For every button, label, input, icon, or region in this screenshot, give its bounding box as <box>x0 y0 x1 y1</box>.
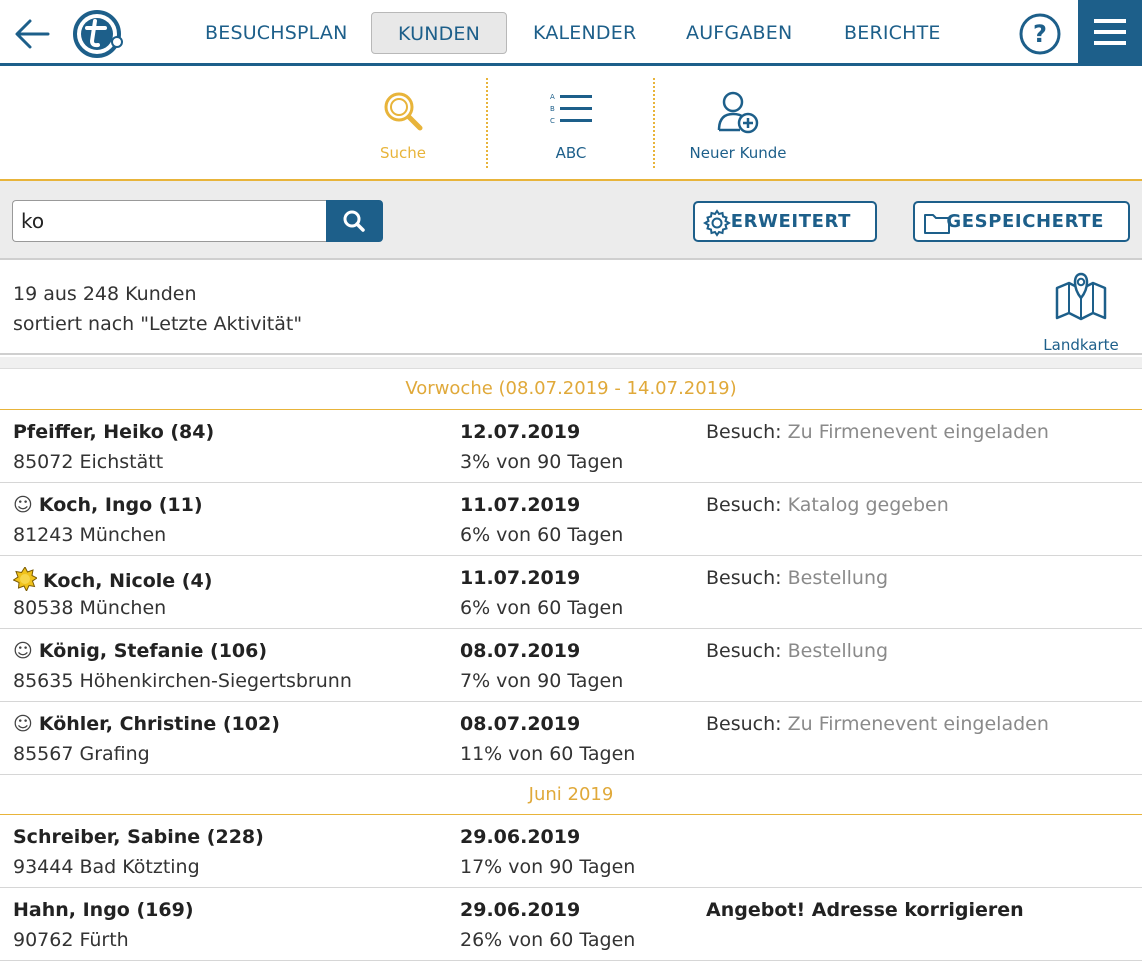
customer-name: ☺ Köhler, Christine (102) <box>13 713 280 735</box>
svg-text:?: ? <box>1033 20 1047 48</box>
advanced-search-label: ERWEITERT <box>730 211 851 232</box>
customer-row[interactable]: Schreiber, Sabine (228) 93444 Bad Kötzti… <box>0 815 1142 888</box>
last-activity-date: 12.07.2019 <box>460 421 581 443</box>
last-activity: Angebot! Adresse korrigieren <box>706 899 1024 921</box>
last-activity-date: 08.07.2019 <box>460 713 581 735</box>
tool-divider <box>653 78 655 168</box>
group-header: Juni 2019 <box>0 775 1142 815</box>
svg-text:A: A <box>550 93 555 101</box>
tool-abc[interactable]: A B C ABC <box>516 66 626 181</box>
map-label: Landkarte <box>1043 336 1119 354</box>
customer-city: 81243 München <box>13 524 167 546</box>
map-button[interactable]: Landkarte <box>1036 270 1126 354</box>
nav-kunden[interactable]: KUNDEN <box>371 12 507 54</box>
customer-city: 85567 Grafing <box>13 743 150 765</box>
visit-interval-ratio: 11% von 60 Tagen <box>460 743 636 765</box>
search-icon <box>343 210 365 232</box>
search-button[interactable] <box>326 200 383 242</box>
customer-row[interactable]: ☺ Köhler, Christine (102) 85567 Grafing 0… <box>0 702 1142 775</box>
customer-row[interactable]: Hahn, Ingo (169) 90762 Fürth 29.06.2019 … <box>0 888 1142 961</box>
tool-abc-label: ABC <box>555 144 587 162</box>
back-arrow-icon[interactable] <box>12 14 52 54</box>
sun-icon <box>12 565 38 596</box>
last-activity: Besuch: Katalog gegeben <box>706 494 949 516</box>
customer-name: ☺ Koch, Ingo (11) <box>13 494 203 516</box>
customer-row[interactable]: ☺ Koch, Ingo (11) 81243 München 11.07.201… <box>0 483 1142 556</box>
nav-aufgaben[interactable]: AUFGABEN <box>686 12 792 54</box>
group-header: Vorwoche (08.07.2019 - 14.07.2019) <box>0 369 1142 410</box>
gear-icon <box>702 209 732 250</box>
customer-name: Hahn, Ingo (169) <box>13 899 194 921</box>
customer-city: 85072 Eichstätt <box>13 451 164 473</box>
tool-new-customer-label: Neuer Kunde <box>689 144 787 162</box>
last-activity-date: 29.06.2019 <box>460 826 581 848</box>
last-activity-date: 11.07.2019 <box>460 567 581 589</box>
tool-new-customer[interactable]: Neuer Kunde <box>678 66 798 181</box>
advanced-search-button[interactable]: ERWEITERT <box>693 201 877 242</box>
top-navigation-bar: BESUCHSPLAN KUNDEN KALENDER AUFGABEN BER… <box>0 0 1142 66</box>
customer-row[interactable]: Pfeiffer, Heiko (84) 85072 Eichstätt 12.… <box>0 410 1142 483</box>
result-count: 19 aus 248 Kunden <box>13 283 197 305</box>
customer-name: Pfeiffer, Heiko (84) <box>13 421 215 443</box>
tool-divider <box>486 78 488 168</box>
customer-row[interactable]: Koch, Nicole (4) 80538 München 11.07.201… <box>0 556 1142 629</box>
last-activity-date: 11.07.2019 <box>460 494 581 516</box>
last-activity: Besuch: Bestellung <box>706 640 889 662</box>
nav-berichte[interactable]: BERICHTE <box>844 12 941 54</box>
smiley-icon: ☺ <box>13 640 33 662</box>
last-activity-date: 29.06.2019 <box>460 899 581 921</box>
visit-interval-ratio: 17% von 90 Tagen <box>460 856 636 878</box>
visit-interval-ratio: 6% von 60 Tagen <box>460 524 624 546</box>
customer-city: 93444 Bad Kötzting <box>13 856 200 878</box>
customer-city: 90762 Fürth <box>13 929 129 951</box>
last-activity: Besuch: Zu Firmenevent eingeladen <box>706 421 1049 443</box>
app-logo-icon <box>72 9 124 59</box>
help-icon[interactable]: ? <box>1019 13 1061 55</box>
svg-text:B: B <box>550 105 555 113</box>
last-activity-date: 08.07.2019 <box>460 640 581 662</box>
visit-interval-ratio: 6% von 60 Tagen <box>460 597 624 619</box>
list-spacer <box>0 357 1142 369</box>
magnifier-icon <box>382 90 424 136</box>
customer-name: Koch, Nicole (4) <box>12 565 212 596</box>
customer-name: ☺ König, Stefanie (106) <box>13 640 268 662</box>
search-bar: ko ERWEITERT GESPEICHERTE <box>0 181 1142 260</box>
customer-tools-bar: Suche A B C ABC Neuer Kunde <box>0 66 1142 181</box>
alphabetical-list-icon: A B C <box>548 90 594 134</box>
map-icon <box>1055 272 1107 321</box>
svg-text:C: C <box>550 117 555 125</box>
customer-row[interactable]: ☺ König, Stefanie (106) 85635 Höhenkirche… <box>0 629 1142 702</box>
last-activity: Besuch: Bestellung <box>706 567 889 589</box>
customer-city: 85635 Höhenkirchen-Siegertsbrunn <box>13 670 352 692</box>
tool-search-label: Suche <box>379 144 426 162</box>
nav-besuchsplan[interactable]: BESUCHSPLAN <box>205 12 348 54</box>
smiley-icon: ☺ <box>13 494 33 516</box>
customer-name: Schreiber, Sabine (228) <box>13 826 264 848</box>
last-activity: Besuch: Zu Firmenevent eingeladen <box>706 713 1049 735</box>
saved-searches-button[interactable]: GESPEICHERTE <box>913 201 1130 242</box>
visit-interval-ratio: 7% von 90 Tagen <box>460 670 624 692</box>
add-user-icon <box>716 90 760 138</box>
visit-interval-ratio: 3% von 90 Tagen <box>460 451 624 473</box>
result-summary: 19 aus 248 Kunden sortiert nach "Letzte … <box>0 260 1142 355</box>
tool-search[interactable]: Suche <box>348 66 458 181</box>
sort-info: sortiert nach "Letzte Aktivität" <box>13 313 303 335</box>
hamburger-menu-icon[interactable] <box>1078 0 1142 64</box>
search-input[interactable]: ko <box>12 200 328 242</box>
smiley-icon: ☺ <box>13 713 33 735</box>
nav-kalender[interactable]: KALENDER <box>533 12 636 54</box>
saved-searches-label: GESPEICHERTE <box>946 211 1104 232</box>
visit-interval-ratio: 26% von 60 Tagen <box>460 929 636 951</box>
customer-city: 80538 München <box>13 597 167 619</box>
